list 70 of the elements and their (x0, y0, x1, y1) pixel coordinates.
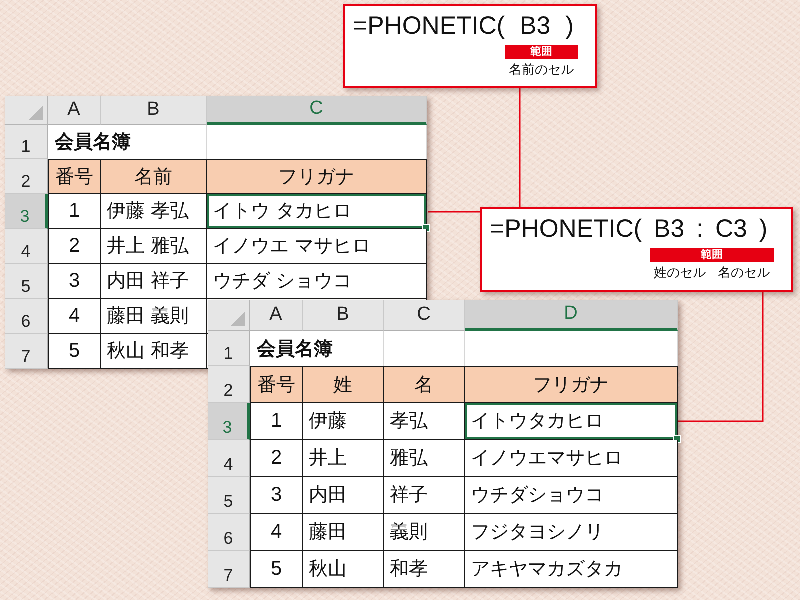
table-cell: 祥子 (384, 477, 465, 514)
table-cell: 伊藤 (303, 403, 384, 440)
table-cell: 4 (250, 514, 303, 551)
table-cell: 5 (250, 551, 303, 588)
triangle-icon (29, 106, 43, 120)
formula-text: =PHONETIC( B3 : C3 ) (490, 214, 769, 245)
table-cell: 内田 祥子 (101, 264, 207, 299)
table-header-cell: 番号 (48, 159, 101, 194)
row-header[interactable]: 5 (208, 477, 250, 514)
table-cell: 2 (250, 440, 303, 477)
row-header[interactable]: 2 (208, 366, 250, 403)
table-header-cell: フリガナ (207, 159, 427, 194)
table-header-cell: フリガナ (465, 366, 678, 403)
table-header-cell: 番号 (250, 366, 303, 403)
row-header[interactable]: 3 (5, 194, 48, 229)
table-header-cell: 名前 (101, 159, 207, 194)
row-header[interactable]: 1 (208, 331, 250, 366)
table-cell: イノウエ マサヒロ (207, 229, 427, 264)
column-header[interactable]: B (303, 300, 384, 331)
table-cell: 3 (48, 264, 101, 299)
row-header[interactable]: 6 (208, 514, 250, 551)
row-header[interactable]: 2 (5, 159, 48, 194)
caption-text: 名のセル (718, 266, 770, 282)
table-cell: 藤田 義則 (101, 299, 207, 334)
table-cell: 井上 雅弘 (101, 229, 207, 264)
triangle-icon (231, 312, 245, 326)
table-cell: 2 (48, 229, 101, 264)
range-label: 範囲 (505, 45, 578, 59)
formula-text: =PHONETIC( B3 ) (353, 11, 575, 42)
table-header-cell: 名 (384, 366, 465, 403)
caption-text: 名前のセル (509, 63, 574, 79)
row-header[interactable]: 1 (5, 125, 48, 159)
table-cell: 1 (48, 194, 101, 229)
column-header[interactable]: A (48, 96, 101, 125)
table-cell: 秋山 和孝 (101, 334, 207, 369)
row-header[interactable]: 6 (5, 299, 48, 334)
caption-text: 姓のセル (654, 266, 706, 282)
row-header[interactable]: 5 (5, 264, 48, 299)
range-label: 範囲 (650, 248, 774, 262)
column-header[interactable]: C (207, 96, 427, 125)
table-cell: イノウエマサヒロ (465, 440, 678, 477)
table-cell: 内田 (303, 477, 384, 514)
table-cell: 義則 (384, 514, 465, 551)
table-cell: 秋山 (303, 551, 384, 588)
table-cell: 雅弘 (384, 440, 465, 477)
table-cell: 伊藤 孝弘 (101, 194, 207, 229)
table-cell: ウチダ ショウコ (207, 264, 427, 299)
row-header[interactable]: 4 (208, 440, 250, 477)
table-cell: フジタヨシノリ (465, 514, 678, 551)
row-header[interactable]: 4 (5, 229, 48, 264)
table-cell: 5 (48, 334, 101, 369)
row-header[interactable]: 3 (208, 403, 250, 440)
column-header[interactable]: B (101, 96, 207, 125)
table-cell: イトウタカヒロ (465, 403, 678, 440)
table-cell: 3 (250, 477, 303, 514)
table-cell: 藤田 (303, 514, 384, 551)
table-cell: 孝弘 (384, 403, 465, 440)
table-cell: 1 (250, 403, 303, 440)
table-cell: 4 (48, 299, 101, 334)
column-header[interactable]: D (465, 300, 678, 331)
table-header-cell: 姓 (303, 366, 384, 403)
column-header[interactable]: A (250, 300, 303, 331)
row-header[interactable]: 7 (208, 551, 250, 588)
row-header[interactable]: 7 (5, 334, 48, 369)
table-cell: イトウ タカヒロ (207, 194, 427, 229)
table-cell: アキヤマカズタカ (465, 551, 678, 588)
table-cell: 和孝 (384, 551, 465, 588)
table-cell: 井上 (303, 440, 384, 477)
table-cell: ウチダショウコ (465, 477, 678, 514)
column-header[interactable]: C (384, 300, 465, 331)
